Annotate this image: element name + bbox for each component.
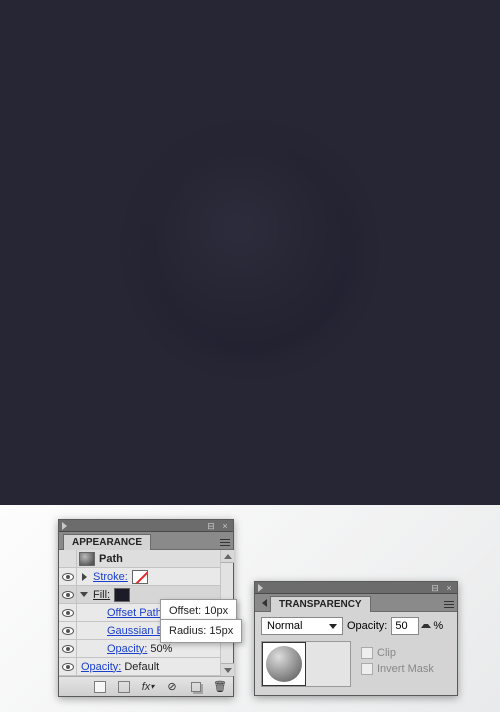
stroke-swatch-none[interactable] bbox=[132, 570, 148, 584]
panel-menu-icon[interactable] bbox=[217, 535, 233, 549]
duplicate-icon[interactable] bbox=[187, 680, 205, 694]
fill-label: Fill: bbox=[93, 589, 110, 601]
collapse-icon[interactable] bbox=[258, 584, 263, 592]
visibility-icon[interactable] bbox=[62, 627, 74, 635]
path-thumb-icon bbox=[79, 552, 95, 566]
tab-appearance[interactable]: APPEARANCE bbox=[63, 534, 151, 550]
appearance-footer: fx▾ ⊘ 🗑 bbox=[59, 676, 233, 696]
scroll-down-icon[interactable] bbox=[221, 663, 234, 676]
path-label: Path bbox=[99, 553, 123, 565]
visibility-icon[interactable] bbox=[62, 609, 74, 617]
opacity-spinner[interactable] bbox=[421, 617, 431, 635]
visibility-icon[interactable] bbox=[62, 645, 74, 653]
object-thumb[interactable] bbox=[262, 642, 306, 686]
tab-transparency[interactable]: TRANSPARENCY bbox=[270, 596, 371, 612]
fill-opacity-value: 50% bbox=[150, 643, 172, 655]
row-opacity-default[interactable]: Opacity: Default bbox=[59, 658, 220, 676]
workspace-area: ⊟ × APPEARANCE Path bbox=[0, 505, 500, 712]
collapse-icon[interactable] bbox=[62, 522, 67, 530]
panel-titlebar[interactable]: ⊟ × bbox=[255, 582, 457, 594]
chevron-down-icon bbox=[329, 624, 337, 629]
cycle-icon[interactable] bbox=[262, 599, 267, 607]
visibility-icon[interactable] bbox=[62, 663, 74, 671]
sphere-thumb-icon bbox=[266, 646, 302, 682]
clear-icon[interactable]: ⊘ bbox=[163, 680, 181, 694]
minimize-icon[interactable]: ⊟ bbox=[205, 521, 217, 531]
row-path[interactable]: Path bbox=[59, 550, 220, 568]
opacity-value: Default bbox=[124, 661, 159, 673]
panel-titlebar[interactable]: ⊟ × bbox=[59, 520, 233, 532]
opacity-label[interactable]: Opacity: bbox=[81, 661, 121, 673]
transparency-body: Normal Opacity: 50 % bbox=[255, 612, 457, 695]
row-stroke[interactable]: Stroke: bbox=[59, 568, 220, 586]
invert-label: Invert Mask bbox=[377, 663, 434, 675]
offset-path-link[interactable]: Offset Path bbox=[107, 607, 162, 619]
sphere-shape bbox=[140, 140, 360, 360]
tooltip-radius: Radius: 15px bbox=[160, 619, 242, 643]
clip-checkbox-row: Clip bbox=[361, 647, 434, 659]
invert-checkbox bbox=[361, 663, 373, 675]
mask-thumbnails bbox=[261, 641, 351, 687]
visibility-icon[interactable] bbox=[62, 573, 74, 581]
blend-mode-value: Normal bbox=[267, 620, 302, 632]
close-icon[interactable]: × bbox=[443, 583, 455, 593]
panel-menu-icon[interactable] bbox=[441, 597, 457, 611]
minimize-icon[interactable]: ⊟ bbox=[429, 583, 441, 593]
trash-icon[interactable]: 🗑 bbox=[211, 680, 229, 694]
visibility-icon[interactable] bbox=[62, 591, 74, 599]
close-icon[interactable]: × bbox=[219, 521, 231, 531]
collapse-icon[interactable] bbox=[80, 592, 88, 597]
opacity-input[interactable]: 50 bbox=[391, 617, 419, 635]
opacity-unit: % bbox=[433, 620, 443, 632]
stroke-label[interactable]: Stroke: bbox=[93, 571, 128, 583]
clip-label: Clip bbox=[377, 647, 396, 659]
clip-checkbox bbox=[361, 647, 373, 659]
fill-swatch[interactable] bbox=[114, 588, 130, 602]
transparency-panel: ⊟ × TRANSPARENCY Normal Opacity: 50 bbox=[254, 581, 458, 696]
new-fill-icon[interactable] bbox=[91, 680, 109, 694]
opacity-label: Opacity: bbox=[347, 620, 387, 632]
fill-opacity-label[interactable]: Opacity: bbox=[107, 643, 147, 655]
invert-checkbox-row: Invert Mask bbox=[361, 663, 434, 675]
tab-strip: APPEARANCE bbox=[59, 532, 233, 550]
canvas-artboard bbox=[0, 0, 500, 505]
mask-thumb[interactable] bbox=[306, 642, 350, 686]
scroll-up-icon[interactable] bbox=[221, 550, 234, 563]
blend-mode-dropdown[interactable]: Normal bbox=[261, 617, 343, 635]
spin-up-icon[interactable] bbox=[421, 624, 431, 628]
expand-icon[interactable] bbox=[82, 573, 87, 581]
new-stroke-icon[interactable] bbox=[115, 680, 133, 694]
tab-strip: TRANSPARENCY bbox=[255, 594, 457, 612]
fx-icon[interactable]: fx▾ bbox=[139, 680, 157, 694]
